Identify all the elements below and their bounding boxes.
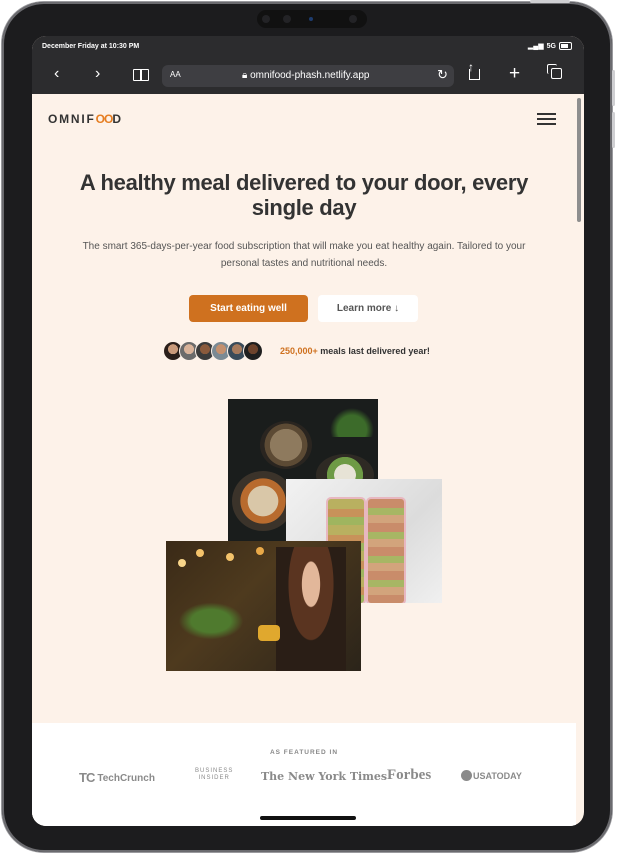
usatoday-text: USATODAY	[473, 771, 522, 781]
camera-bar	[257, 10, 367, 28]
url-value: omnifood-phash.netlify.app	[250, 70, 370, 81]
yellow-cup	[258, 625, 280, 641]
home-indicator[interactable]	[260, 816, 356, 820]
page-scrollbar[interactable]	[577, 98, 581, 222]
reader-settings-button[interactable]: AA	[170, 70, 181, 79]
volume-button	[612, 70, 615, 106]
browser-toolbar: December Friday at 10:30 PM ▂▄▆ 5G ‹ › A…	[32, 36, 584, 94]
meals-count: 250,000+	[280, 346, 318, 356]
status-indicators: ▂▄▆ 5G	[528, 42, 572, 50]
logo-text-start: OMNIF	[48, 112, 96, 126]
address-bar[interactable]: AA 🔒︎ omnifood-phash.netlify.app ↻	[162, 65, 454, 87]
camera-dot	[309, 17, 313, 21]
techcrunch-mark: TC	[79, 770, 95, 785]
bowl	[232, 471, 294, 531]
start-eating-button[interactable]: Start eating well	[189, 295, 308, 322]
sensor-dot	[283, 15, 291, 23]
volume-button	[612, 112, 615, 148]
learn-more-button[interactable]: Learn more ↓	[318, 295, 418, 322]
sensor-dot	[349, 15, 357, 23]
lock-icon: 🔒︎	[242, 70, 248, 81]
meal-box	[366, 497, 406, 603]
meals-caption: meals last delivered year!	[317, 346, 430, 356]
omnifood-logo[interactable]: OMNIFOOD	[48, 112, 123, 126]
device-screen: December Friday at 10:30 PM ▂▄▆ 5G ‹ › A…	[32, 36, 584, 826]
back-icon[interactable]: ‹	[54, 66, 59, 82]
forbes-logo: Forbes	[387, 767, 432, 783]
avatar	[243, 341, 263, 361]
techcrunch-logo: TC TechCrunch	[79, 770, 155, 785]
menu-icon[interactable]	[537, 113, 556, 128]
salad-plate	[176, 601, 246, 641]
bowl	[260, 421, 312, 469]
bookmarks-icon[interactable]	[133, 69, 149, 81]
logo-oo-mark: OO	[95, 112, 114, 126]
top-button	[530, 0, 570, 3]
hero-title: A healthy meal delivered to your door, e…	[79, 170, 529, 220]
url-text: 🔒︎ omnifood-phash.netlify.app	[242, 70, 369, 81]
featured-in-section: AS FEATURED IN TC TechCrunch BUSINESS INS…	[32, 723, 576, 826]
network-label: 5G	[546, 42, 556, 50]
featured-title: AS FEATURED IN	[269, 749, 339, 756]
web-page: OMNIFOOD A healthy meal delivered to you…	[32, 94, 576, 826]
meals-delivered-text: 250,000+ meals last delivered year!	[280, 346, 430, 356]
new-tab-icon[interactable]: +	[509, 64, 520, 83]
battery-icon	[559, 42, 572, 50]
plant-leaves	[330, 401, 374, 437]
reload-icon[interactable]: ↻	[437, 67, 448, 83]
business-insider-line2: INSIDER	[198, 774, 230, 781]
nyt-logo: The New York Times	[261, 770, 388, 783]
sensor-dot	[262, 15, 270, 23]
signal-icon: ▂▄▆	[527, 43, 544, 50]
business-insider-logo: BUSINESS INSIDER	[195, 768, 233, 781]
woman-silhouette	[276, 547, 346, 671]
status-time: December Friday at 10:30 PM	[42, 43, 140, 50]
bokeh-lights	[196, 549, 204, 557]
forward-icon[interactable]: ›	[95, 66, 100, 82]
business-insider-line1: BUSINESS	[195, 768, 234, 774]
usatoday-dot-icon	[461, 770, 472, 781]
logo-text-end: D	[112, 112, 123, 126]
tabs-overview-icon[interactable]	[547, 64, 562, 79]
techcrunch-text: TechCrunch	[97, 773, 155, 784]
hero-woman-eating-image	[166, 541, 361, 671]
usatoday-logo: USATODAY	[461, 770, 522, 781]
share-icon[interactable]	[469, 69, 480, 80]
hero-subtitle: The smart 365-days-per-year food subscri…	[82, 241, 526, 269]
